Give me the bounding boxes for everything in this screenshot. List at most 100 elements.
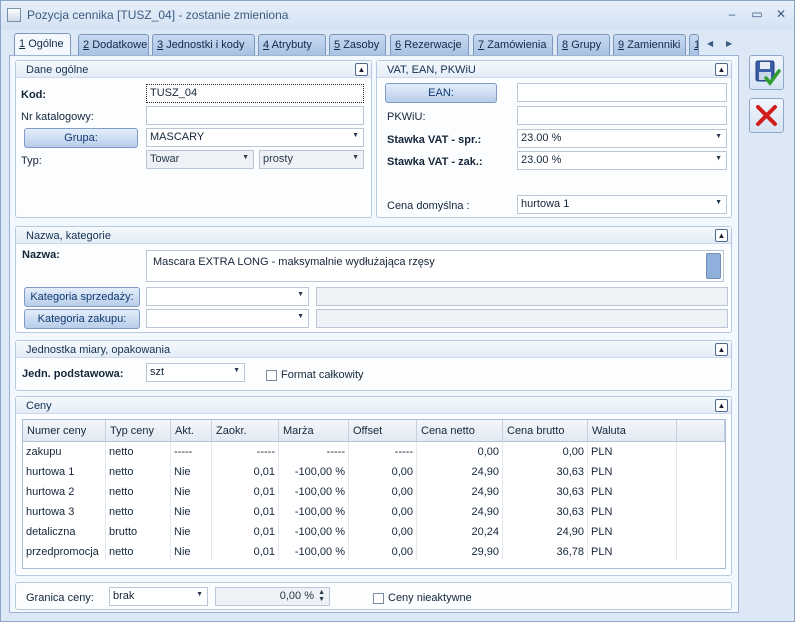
vat-zak-label: Stawka VAT - zak.: [387,156,483,168]
kod-label: Kod: [21,89,47,101]
table-cell: brutto [109,526,138,538]
column-header[interactable]: Cena netto [417,420,503,442]
ean-input[interactable] [517,83,727,102]
close-button[interactable]: ✕ [772,6,790,22]
ceny-nieaktywne-label: Ceny nieaktywne [388,592,472,604]
table-row[interactable]: detaliczna brutto Nie 0,01 -100,00 % 0,00 20,2… [23,522,725,542]
table-row[interactable]: hurtowa 2 netto Nie 0,01 -100,00 % 0,00 24,90 3… [23,482,725,502]
tab-num: 3 [157,39,164,51]
collapse-icon[interactable]: ▲ [715,399,728,412]
column-header[interactable]: Zaokr. [212,420,279,442]
kategoria-sprzedazy-button[interactable]: Kategoria sprzedaży: [24,287,140,307]
percent-spinner[interactable]: 0,00 % ▲ ▼ [215,587,330,606]
tab-label: Jednostki i kody [166,39,245,51]
table-cell: Nie [174,486,191,498]
column-header[interactable]: Numer ceny [23,420,106,442]
tab-scroll-right-icon[interactable]: ▶ [726,39,732,48]
table-cell: 0,01 [253,486,275,498]
bottom-bar: Granica ceny: brak ▼ 0,00 % ▲ ▼ Ceny nieakt… [15,582,732,610]
typ-select: Towar ▼ [146,150,254,169]
table-cell: hurtowa 1 [26,466,75,478]
panel-title: Dane ogólne [26,64,89,76]
table-cell: 0,00 [391,506,413,518]
tab-rezerwacje[interactable]: 6 Rezerwacje [390,34,469,55]
cena-domyslna-select[interactable]: hurtowa 1 ▼ [517,195,727,214]
table-cell: netto [109,506,134,518]
table-cell: 30,63 [556,486,584,498]
nazwa-input[interactable]: Mascara EXTRA LONG - maksymalnie wydłuża… [146,250,724,282]
granica-value: brak [113,590,135,602]
maximize-button[interactable]: ▭ [748,6,766,22]
scrollbar[interactable] [706,253,721,279]
typ2-value: prosty [263,153,293,165]
column-header[interactable]: Waluta [588,420,677,442]
kategoria-zakupu-select[interactable]: ▼ [146,309,309,328]
table-cell: -100,00 % [294,526,345,538]
nrkat-input[interactable] [146,106,364,125]
table-cell: ----- [256,446,275,458]
kod-input[interactable]: TUSZ_04 [146,84,364,103]
tab-ogolne[interactable]: 1 Ogólne [14,33,71,56]
spinner-arrows-icon[interactable]: ▲ ▼ [318,589,325,603]
tab-zamienniki[interactable]: 9 Zamienniki [613,34,686,55]
table-cell: 0,00 [391,526,413,538]
vat-spr-value: 23.00 % [521,132,562,144]
tab-scroll-left-icon[interactable]: ◀ [707,39,713,48]
pkwiu-input[interactable] [517,106,727,125]
tab-label: Dodatkowe [92,39,148,51]
table-cell: 36,78 [556,546,584,558]
column-header[interactable]: Offset [349,420,417,442]
table-row[interactable]: zakupu netto ----- ----- ----- ----- 0,00 0,00 P… [23,442,725,462]
table-row[interactable]: hurtowa 1 netto Nie 0,01 -100,00 % 0,00 24,90 3… [23,462,725,482]
collapse-icon[interactable]: ▲ [715,229,728,242]
typ2-select: prosty ▼ [259,150,364,169]
table-row[interactable]: hurtowa 3 netto Nie 0,01 -100,00 % 0,00 24,90 3… [23,502,725,522]
cena-domyslna-value: hurtowa 1 [521,198,570,210]
panel-ceny: Ceny ▲ Numer ceny Typ ceny Akt. Zaokr. Ma… [15,396,732,576]
tab-label: Zamówienia [487,39,547,51]
table-cell: netto [109,466,134,478]
collapse-icon[interactable]: ▲ [715,343,728,356]
vat-spr-select[interactable]: 23.00 % ▼ [517,129,727,148]
tab-grupy[interactable]: 8 Grupy [557,34,610,55]
panel-vat: VAT, EAN, PKWiU ▲ EAN: PKWiU: Stawka VAT … [376,60,732,218]
table-cell: -100,00 % [294,486,345,498]
chevron-down-icon: ▼ [233,367,240,374]
table-cell: 30,63 [556,466,584,478]
collapse-icon[interactable]: ▲ [355,63,368,76]
table-cell: hurtowa 2 [26,486,75,498]
tab-more[interactable]: 1 [689,34,699,55]
table-row[interactable]: przedpromocja netto Nie 0,01 -100,00 % 0,00 29… [23,542,725,562]
tab-dodatkowe[interactable]: 2 Dodatkowe [78,34,149,55]
grupa-button[interactable]: Grupa: [24,128,138,148]
collapse-icon[interactable]: ▲ [715,63,728,76]
table-cell: przedpromocja [26,546,99,558]
table-cell: Nie [174,466,191,478]
format-calkowity-checkbox[interactable] [266,370,277,381]
tab-atrybuty[interactable]: 4 Atrybuty [258,34,326,55]
column-header[interactable]: Typ ceny [106,420,171,442]
kategoria-zakupu-button[interactable]: Kategoria zakupu: [24,309,140,329]
cancel-button[interactable] [749,98,784,133]
tab-zasoby[interactable]: 5 Zasoby [329,34,386,55]
table-cell: Nie [174,546,191,558]
kategoria-sprzedazy-select[interactable]: ▼ [146,287,309,306]
grupa-select[interactable]: MASCARY ▼ [146,128,364,147]
ceny-nieaktywne-checkbox[interactable] [373,593,384,604]
column-header[interactable]: Cena brutto [503,420,588,442]
jednostka-select[interactable]: szt ▼ [146,363,245,382]
tab-jednostki[interactable]: 3 Jednostki i kody [152,34,255,55]
panel-title: VAT, EAN, PKWiU [387,64,476,76]
save-button[interactable] [749,55,784,90]
table-cell: 24,90 [471,466,499,478]
column-header[interactable]: Marża [279,420,349,442]
vat-zak-select[interactable]: 23.00 % ▼ [517,151,727,170]
ean-button[interactable]: EAN: [385,83,497,103]
granica-select[interactable]: brak ▼ [109,587,208,606]
column-header-empty [677,420,725,442]
column-header[interactable]: Akt. [171,420,212,442]
tab-num: 1 [19,38,26,50]
tab-zamowienia[interactable]: 7 Zamówienia [473,34,553,55]
dialog-window: Pozycja cennika [TUSZ_04] - zostanie zmi… [0,0,795,622]
minimize-button[interactable]: – [723,6,741,22]
